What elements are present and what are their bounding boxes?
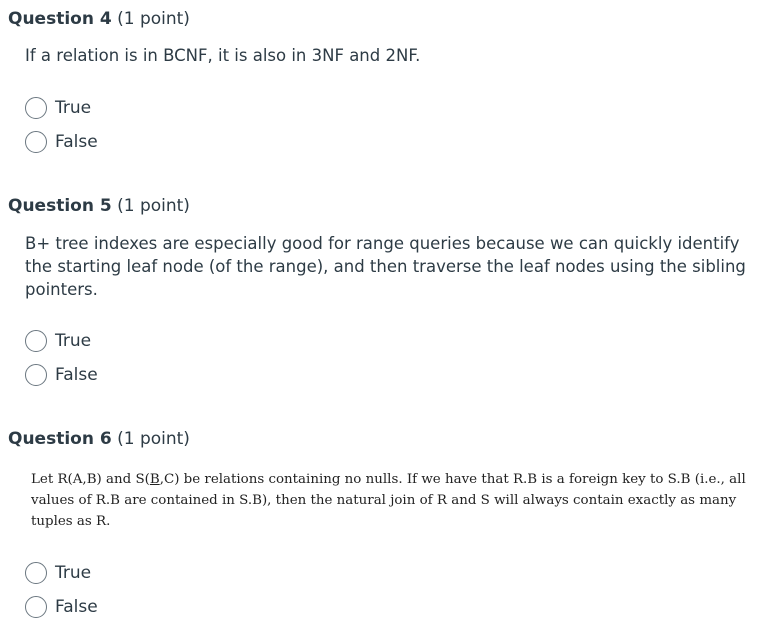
question-text: Let R(A,B) and S(B,C) be relations conta… xyxy=(31,469,747,532)
option-false[interactable]: False xyxy=(25,128,98,156)
radio-button[interactable] xyxy=(25,596,47,618)
option-true[interactable]: True xyxy=(25,94,91,122)
question-header: Question 4 (1 point) xyxy=(8,8,190,30)
radio-button[interactable] xyxy=(25,562,47,584)
option-label: True xyxy=(55,98,92,118)
option-false[interactable]: False xyxy=(25,593,98,621)
option-label: False xyxy=(55,365,98,385)
question-header: Question 6 (1 point) xyxy=(8,428,190,450)
question-points: (1 point) xyxy=(117,196,190,216)
question-text-underlined: B xyxy=(149,472,160,487)
question-points: (1 point) xyxy=(117,429,190,449)
radio-button[interactable] xyxy=(25,131,47,153)
radio-button[interactable] xyxy=(25,330,47,352)
radio-button[interactable] xyxy=(25,364,47,386)
question-text-part: Let R(A,B) and S( xyxy=(31,472,150,487)
option-label: False xyxy=(55,597,98,617)
option-true[interactable]: True xyxy=(25,327,91,355)
question-header: Question 5 (1 point) xyxy=(8,195,190,217)
question-text: B+ tree indexes are especially good for … xyxy=(25,234,746,299)
option-label: True xyxy=(55,563,92,583)
option-true[interactable]: True xyxy=(25,559,91,587)
question-text: If a relation is in BCNF, it is also in … xyxy=(25,46,421,65)
question-title: Question 5 xyxy=(8,196,112,216)
question-title: Question 6 xyxy=(8,429,112,449)
option-label: True xyxy=(55,331,92,351)
question-points: (1 point) xyxy=(117,9,190,29)
option-false[interactable]: False xyxy=(25,361,98,389)
radio-button[interactable] xyxy=(25,97,47,119)
option-label: False xyxy=(55,132,98,152)
question-title: Question 4 xyxy=(8,9,112,29)
